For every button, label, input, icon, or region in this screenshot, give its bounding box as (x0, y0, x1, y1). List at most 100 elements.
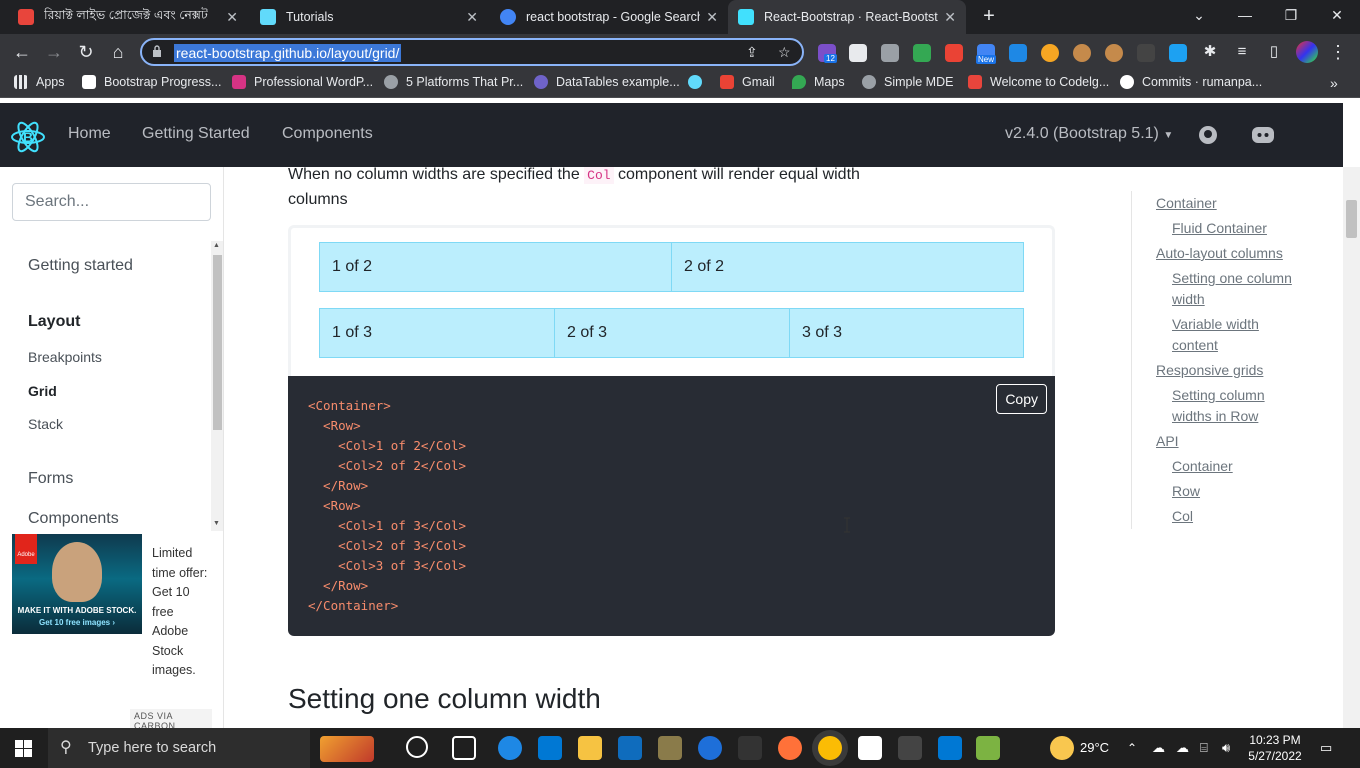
reload-button[interactable]: ↻ (74, 40, 98, 64)
sidebar-item-breakpoints[interactable]: Breakpoints (28, 349, 102, 365)
bookmark-item[interactable]: Commits · rumanpa... (1120, 75, 1262, 89)
cortana-icon[interactable] (406, 736, 428, 758)
close-tab-icon[interactable]: ✕ (944, 9, 956, 26)
toc-link-auto-layout-columns[interactable]: Auto-layout columns (1156, 243, 1283, 264)
toc-link-api-col[interactable]: Col (1172, 506, 1193, 527)
bookmark-item[interactable]: Simple MDE (862, 75, 953, 89)
url-text[interactable]: react-bootstrap.github.io/layout/grid/ (174, 44, 402, 62)
sidebar-item-stack[interactable]: Stack (28, 416, 63, 432)
close-window-button[interactable]: ✕ (1314, 0, 1360, 34)
page-scrollbar[interactable] (1343, 167, 1360, 728)
volume-icon[interactable]: 🔊︎ (1222, 728, 1230, 768)
store-icon[interactable] (538, 736, 562, 760)
forward-button[interactable]: → (42, 40, 66, 64)
chrome-menu-icon[interactable]: ⋮ (1326, 40, 1350, 64)
bookmarks-overflow-icon[interactable]: » (1330, 75, 1338, 91)
restore-button[interactable]: ❐ (1268, 0, 1314, 34)
task-view-icon[interactable] (452, 736, 476, 760)
adobe-stock-ad-image[interactable]: Adobe MAKE IT WITH ADOBE STOCK. Get 10 f… (12, 534, 142, 634)
new-tab-button[interactable]: + (977, 5, 1001, 29)
weather-temperature[interactable]: 29°C (1080, 728, 1109, 768)
search-input[interactable] (12, 183, 211, 221)
toc-link-api-row[interactable]: Row (1172, 481, 1200, 502)
weather-moon-icon[interactable] (1050, 736, 1074, 760)
bookmark-item[interactable]: Welcome to Codelg... (968, 75, 1109, 89)
ads-via-carbon-label[interactable]: ADS VIA CARBON (130, 709, 212, 728)
vscode-icon[interactable] (938, 736, 962, 760)
snipping-tool-icon[interactable] (738, 736, 762, 760)
notion-icon[interactable] (858, 736, 882, 760)
sidebar-item-layout[interactable]: Layout (28, 313, 80, 331)
extension-icon[interactable] (1041, 44, 1059, 62)
firefox-icon[interactable] (778, 736, 802, 760)
tab-search-chevron-icon[interactable]: ⌄ (1176, 0, 1222, 34)
page-scrollbar-thumb[interactable] (1346, 200, 1357, 238)
close-tab-icon[interactable]: ✕ (466, 9, 478, 26)
nav-getting-started-link[interactable]: Getting Started (142, 125, 250, 143)
minimize-button[interactable]: — (1222, 0, 1268, 34)
taskbar-search-box[interactable]: ⚲ Type here to search (48, 728, 374, 768)
copy-button[interactable]: Copy (996, 384, 1047, 414)
extension-icon[interactable] (881, 44, 899, 62)
toc-link-fluid-container[interactable]: Fluid Container (1172, 218, 1267, 239)
wifi-icon[interactable]: ⌸ (1200, 728, 1208, 768)
profile-avatar[interactable] (1296, 41, 1318, 63)
sidebar-item-forms[interactable]: Forms (28, 470, 73, 488)
extension-icon[interactable] (913, 44, 931, 62)
mail-icon[interactable] (618, 736, 642, 760)
media-controls-icon[interactable]: ≡ (1230, 40, 1254, 64)
address-bar[interactable]: react-bootstrap.github.io/layout/grid/ ⇪… (140, 38, 804, 66)
extension-icon[interactable] (1009, 44, 1027, 62)
notifications-icon[interactable]: ▭ (1320, 728, 1332, 768)
toc-link-variable-width-content[interactable]: Variable width content (1172, 314, 1282, 356)
bookmark-item[interactable]: Bootstrap Progress... (82, 75, 221, 89)
extension-icon[interactable] (1169, 44, 1187, 62)
nav-components-link[interactable]: Components (282, 125, 373, 143)
extensions-puzzle-icon[interactable]: ✱ (1198, 40, 1222, 64)
back-button[interactable]: ← (10, 40, 34, 64)
react-bootstrap-logo[interactable]: B (10, 119, 46, 155)
chrome-icon[interactable] (818, 736, 842, 760)
toc-link-responsive-grids[interactable]: Responsive grids (1156, 360, 1263, 381)
extension-icon[interactable] (945, 44, 963, 62)
extension-icon[interactable] (1137, 44, 1155, 62)
browser-tab-3[interactable]: react bootstrap - Google Search ✕ (490, 0, 728, 34)
windows-start-icon[interactable] (15, 740, 32, 757)
code-text[interactable]: <Container> <Row> <Col>1 of 2</Col> <Col… (308, 396, 466, 616)
carbon-ad[interactable]: Adobe MAKE IT WITH ADOBE STOCK. Get 10 f… (12, 534, 212, 728)
app-icon[interactable] (658, 736, 682, 760)
home-button[interactable]: ⌂ (106, 40, 130, 64)
onedrive-tray-icon[interactable]: ☁ (1176, 728, 1189, 768)
close-tab-icon[interactable]: ✕ (226, 9, 238, 26)
file-explorer-icon[interactable] (578, 736, 602, 760)
close-tab-icon[interactable]: ✕ (706, 9, 718, 26)
sidebar-scrollbar-thumb[interactable] (213, 255, 222, 430)
sidebar-item-grid[interactable]: Grid (28, 383, 57, 399)
github-icon[interactable] (1198, 125, 1218, 145)
side-panel-icon[interactable]: ▯ (1262, 40, 1286, 64)
cookie-icon[interactable] (1073, 44, 1091, 62)
bookmark-item[interactable]: DataTables example... (534, 75, 680, 89)
toc-link-api-container[interactable]: Container (1172, 456, 1233, 477)
taskbar-clock[interactable]: 10:23 PM 5/27/2022 (1240, 732, 1310, 764)
browser-tab-active[interactable]: React-Bootstrap · React-Bootstrap ✕ (728, 0, 966, 34)
bookmark-star-icon[interactable]: ☆ (778, 44, 791, 61)
browser-tab-1[interactable]: রিয়াক্ট লাইভ প্রোজেক্ট এবং নেক্সট ✕ (8, 0, 248, 34)
toc-link-container[interactable]: Container (1156, 193, 1217, 214)
bookmark-item[interactable]: Gmail (720, 75, 775, 89)
version-dropdown[interactable]: v2.4.0 (Bootstrap 5.1) ▼ (1005, 125, 1173, 143)
onedrive-icon[interactable] (698, 736, 722, 760)
tray-network-icon[interactable]: ☁ (1152, 728, 1165, 768)
bookmark-item[interactable]: Professional WordP... (232, 75, 373, 89)
bookmark-item[interactable] (688, 75, 710, 89)
share-icon[interactable]: ⇪ (746, 44, 758, 61)
browser-tab-2[interactable]: Tutorials ✕ (250, 0, 488, 34)
bookmark-item[interactable]: Maps (792, 75, 845, 89)
terminal-icon[interactable] (898, 736, 922, 760)
nav-home-link[interactable]: Home (68, 125, 111, 143)
sidebar-item-getting-started[interactable]: Getting started (28, 257, 133, 275)
app-icon[interactable] (976, 736, 1000, 760)
scroll-down-arrow-icon[interactable]: ▼ (213, 520, 220, 527)
toc-link-setting-column-widths-in-row[interactable]: Setting column widths in Row (1172, 385, 1302, 427)
bookmark-apps[interactable]: Apps (14, 75, 65, 89)
